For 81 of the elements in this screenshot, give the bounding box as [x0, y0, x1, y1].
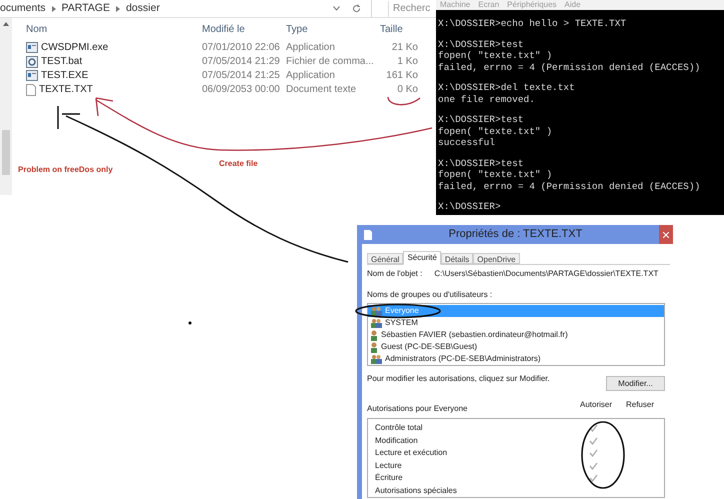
terminal-line: fopen( "texte.txt" ): [438, 169, 554, 180]
column-header[interactable]: Nom: [26, 22, 202, 36]
file-type: Fichier de comma...: [286, 55, 375, 69]
terminal-line: successful: [438, 137, 496, 148]
user-list-item[interactable]: Guest (PC-DE-SEB\Guest): [368, 341, 664, 353]
scroll-up-icon[interactable]: [3, 22, 9, 26]
file-size: 161 Ko: [385, 69, 418, 83]
ellipse-mark: [581, 421, 625, 489]
chevron-right-icon: [116, 6, 120, 12]
modify-button[interactable]: Modifier...: [606, 376, 665, 391]
column-header[interactable]: Modifié le: [202, 22, 286, 36]
permission-name: Contrôle total: [375, 422, 424, 434]
file-size: 0 Ko: [396, 83, 418, 97]
modified-date: 06/09/2053 00:00: [202, 83, 281, 97]
users-icon: [370, 318, 382, 328]
groups-label: Noms de groupes ou d'utilisateurs :: [367, 289, 494, 301]
terminal-line: X:\DOSSIER>del texte.txt: [438, 82, 576, 94]
permission-column-header: Refuser: [624, 399, 655, 411]
file-type: Document texte: [286, 83, 358, 97]
dot-mark: [188, 322, 192, 324]
modified-date: 07/05/2014 21:29: [202, 55, 281, 69]
column-header[interactable]: Taille: [378, 22, 418, 36]
document-icon: [364, 230, 372, 240]
permission-name: Écriture: [375, 472, 404, 484]
modified-date: 07/05/2014 21:25: [202, 69, 281, 83]
permission-name: Lecture et exécution: [375, 447, 448, 460]
breadcrumb-item[interactable]: PARTAGE: [62, 0, 110, 16]
file-name[interactable]: TEXTE.TXT: [39, 82, 93, 97]
terminal-line: fopen( "texte.txt" ): [438, 126, 554, 137]
annotation-text: Create file: [219, 158, 258, 170]
users-icon: [370, 354, 382, 364]
permission-column-header: Autoriser: [578, 399, 613, 411]
terminal-line: one file removed.: [438, 94, 536, 105]
refresh-icon[interactable]: [352, 4, 361, 13]
breadcrumb-item[interactable]: dossier: [126, 0, 160, 16]
permission-name: Modification: [375, 434, 419, 447]
tab[interactable]: OpenDrive: [473, 253, 520, 264]
terminal-line: failed, errno = 4 (Permission denied (EACCES)): [438, 180, 702, 192]
terminal-line: X:\DOSSIER>: [438, 201, 502, 212]
scrollbar[interactable]: [0, 18, 12, 195]
close-button[interactable]: [659, 225, 673, 244]
file-name[interactable]: TEST.EXE: [41, 68, 88, 83]
document-icon: [26, 84, 36, 96]
users-icon: [370, 306, 382, 316]
tab[interactable]: Détails: [440, 253, 474, 264]
permission-name: Lecture: [375, 460, 403, 472]
file-name[interactable]: TEST.bat: [41, 54, 82, 69]
terminal-line: fopen( "texte.txt" ): [438, 50, 554, 62]
file-size: 1 Ko: [396, 55, 418, 69]
terminal-line: X:\DOSSIER>test: [438, 114, 525, 126]
user-list-item[interactable]: Sébastien FAVIER (sebastien.ordinateur@hotmail.fr): [368, 329, 664, 341]
terminal-line: X:\DOSSIER>test: [438, 38, 525, 50]
column-header[interactable]: Type: [286, 22, 378, 36]
terminal-line: X:\DOSSIER>echo hello > TEXTE.TXT: [438, 18, 628, 30]
dropdown-icon[interactable]: [333, 6, 340, 11]
file-name[interactable]: CWSDPMI.exe: [41, 40, 108, 55]
terminal-line: X:\DOSSIER>test: [438, 158, 525, 169]
modify-note: Pour modifier les autorisations, cliquez sur Modifier.: [367, 373, 550, 385]
breadcrumb-item[interactable]: ocuments: [0, 0, 46, 16]
permissions-label: Autorisations pour Everyone: [367, 403, 468, 415]
file-type: Application: [286, 41, 336, 55]
chevron-right-icon: [52, 6, 56, 12]
dialog-title: Propriétés de : TEXTE.TXT: [448, 227, 584, 242]
file-size: 21 Ko: [390, 41, 418, 55]
modified-date: 07/01/2010 22:06: [202, 41, 281, 55]
tab[interactable]: Général: [367, 253, 404, 264]
tab[interactable]: Sécurité: [403, 251, 441, 265]
annotation-text: Problem on freeDos only: [18, 164, 113, 176]
file-type: Application: [286, 69, 336, 83]
object-name-label: Nom de l'objet :: [367, 268, 422, 280]
object-path: C:\Users\Sébastien\Documents\PARTAGE\dossier\TEXTE.TXT: [434, 268, 658, 280]
close-icon: [663, 232, 669, 238]
application-icon: [26, 70, 38, 81]
address-bar[interactable]: ocuments PARTAGE dossier: [0, 0, 372, 18]
application-icon: [26, 42, 38, 53]
scrollbar-thumb[interactable]: [2, 130, 10, 175]
user-list-item[interactable]: SYSTEM: [368, 317, 664, 329]
permission-name: Autorisations spéciales: [375, 484, 458, 497]
underline-mark: [387, 96, 420, 106]
user-list-item[interactable]: Administrators (PC-DE-SEB\Administrators): [368, 353, 664, 365]
terminal-line: failed, errno = 4 (Permission denied (EACCES)): [438, 62, 702, 73]
